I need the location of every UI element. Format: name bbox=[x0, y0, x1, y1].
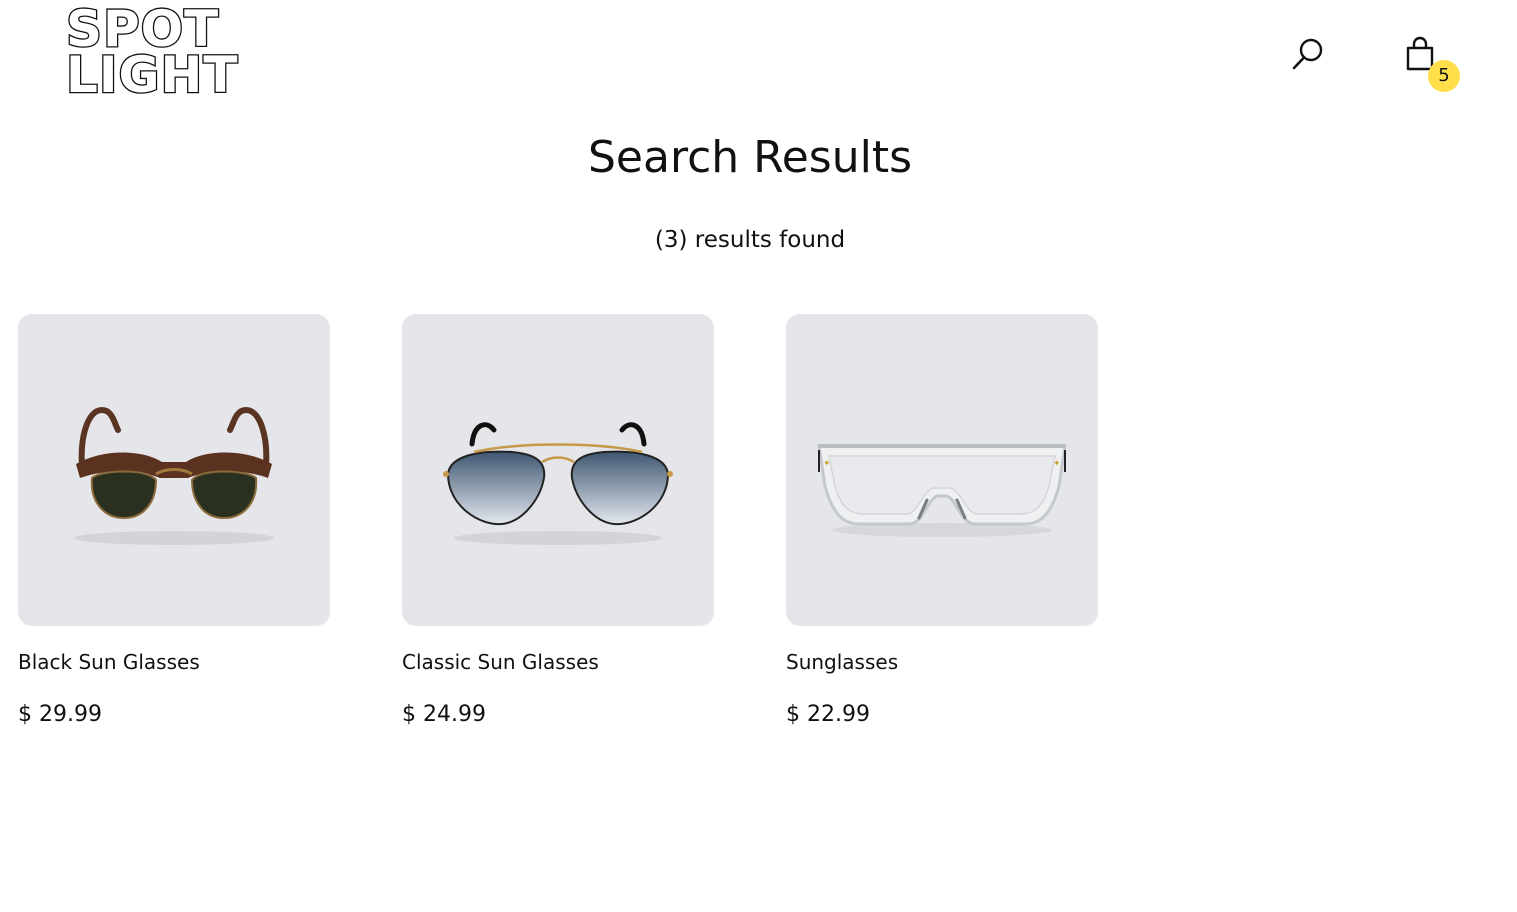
svg-text:✦: ✦ bbox=[1053, 459, 1061, 469]
product-price: $ 24.99 bbox=[402, 702, 486, 727]
site-header: SPOT LIGHT 5 bbox=[0, 0, 1517, 110]
logo-line-2: LIGHT bbox=[65, 46, 239, 104]
product-card[interactable]: Classic Sun Glasses $ 24.99 bbox=[402, 314, 714, 727]
cart-count-badge: 5 bbox=[1428, 60, 1460, 92]
search-button[interactable] bbox=[1288, 34, 1328, 74]
spotlight-logo[interactable]: SPOT LIGHT bbox=[65, 3, 286, 104]
cart-button[interactable]: 5 bbox=[1400, 34, 1464, 94]
product-image[interactable]: ✦ ✦ bbox=[786, 314, 1098, 626]
results-count: (3) results found bbox=[654, 227, 846, 253]
product-card[interactable]: Black Sun Glasses $ 29.99 bbox=[18, 314, 330, 727]
product-name[interactable]: Sunglasses bbox=[786, 648, 898, 676]
product-name[interactable]: Black Sun Glasses bbox=[18, 648, 200, 676]
product-image[interactable] bbox=[402, 314, 714, 626]
product-price: $ 29.99 bbox=[18, 702, 102, 727]
search-icon bbox=[1292, 38, 1323, 70]
page-title: Search Results bbox=[587, 132, 913, 183]
product-card[interactable]: ✦ ✦ Sunglasses $ 22.99 bbox=[786, 314, 1098, 727]
product-name[interactable]: Classic Sun Glasses bbox=[402, 648, 599, 676]
clear-shield-sunglasses-image: ✦ ✦ bbox=[817, 444, 1067, 537]
clubmaster-sunglasses-image bbox=[74, 406, 274, 545]
product-price: $ 22.99 bbox=[786, 702, 870, 727]
svg-text:✦: ✦ bbox=[823, 459, 831, 469]
aviator-sunglasses-image bbox=[443, 422, 673, 545]
product-image[interactable] bbox=[18, 314, 330, 626]
